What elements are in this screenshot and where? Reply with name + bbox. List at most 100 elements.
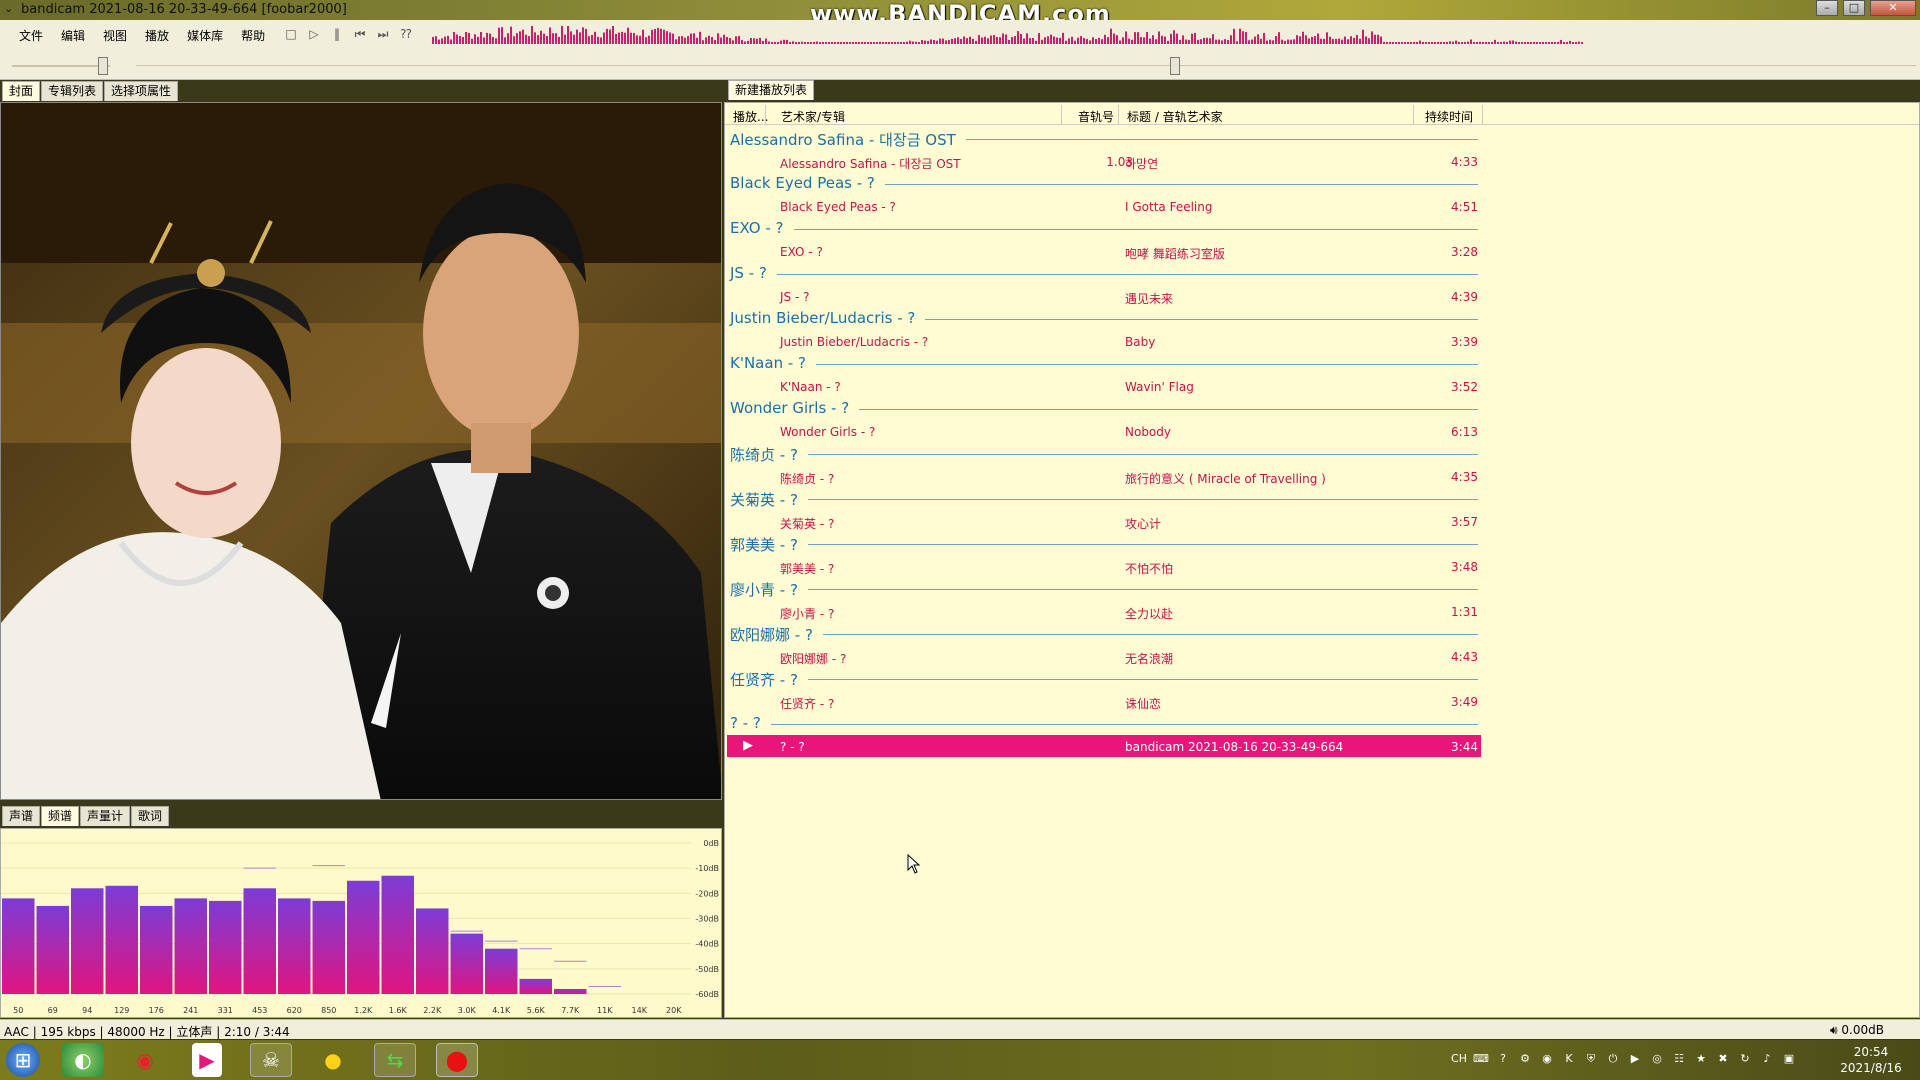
- playlist-row[interactable]: JS - ? 遇见未来 4:39: [725, 285, 1919, 308]
- minimize-button[interactable]: –: [1816, 0, 1838, 16]
- k-app-icon[interactable]: K: [1560, 1050, 1578, 1068]
- tab-lyrics[interactable]: 歌词: [131, 806, 170, 826]
- group-title: JS - ?: [730, 264, 777, 282]
- playlist-group-header[interactable]: EXO - ?: [725, 217, 1919, 240]
- volume-thumb[interactable]: [98, 57, 108, 75]
- previous-button[interactable]: ⏮: [351, 25, 369, 43]
- netease-music-icon[interactable]: ◉: [124, 1043, 166, 1077]
- playlist-row[interactable]: Wonder Girls - ? Nobody 6:13: [725, 420, 1919, 443]
- cell-artist-album: ? - ?: [780, 739, 805, 754]
- col-artist-album[interactable]: 艺术家/专辑: [781, 108, 845, 125]
- menu-playback[interactable]: 播放: [136, 24, 178, 44]
- playlist-row[interactable]: Alessandro Safina - 대장금 OST 1.03 하망연 4:33: [725, 150, 1919, 173]
- col-divider[interactable]: [1413, 105, 1414, 125]
- cell-duration: 3:44: [1451, 739, 1478, 754]
- green-app-icon[interactable]: ⇆: [374, 1043, 416, 1077]
- tab-album-list[interactable]: 专辑列表: [41, 81, 104, 101]
- col-divider[interactable]: [1118, 105, 1119, 125]
- mute-icon[interactable]: ✖: [1714, 1050, 1732, 1068]
- bandicam-record-icon[interactable]: ⬤: [436, 1043, 478, 1077]
- playlist-group-header[interactable]: 郭美美 - ?: [725, 532, 1919, 555]
- record-tray-icon[interactable]: ◉: [1538, 1050, 1556, 1068]
- playlist-row[interactable]: 任贤齐 - ? 诛仙恋 3:49: [725, 690, 1919, 713]
- playlist-group-header[interactable]: K'Naan - ?: [725, 352, 1919, 375]
- stop-button[interactable]: □: [282, 25, 300, 43]
- playlist-row[interactable]: EXO - ? 咆哮 舞蹈练习室版 3:28: [725, 240, 1919, 263]
- waveform-bar: [1011, 37, 1013, 44]
- volume-slider[interactable]: [12, 57, 110, 75]
- pause-button[interactable]: ‖: [328, 25, 346, 43]
- tab-selection-properties[interactable]: 选择项属性: [104, 81, 179, 101]
- menu-library[interactable]: 媒体库: [178, 24, 232, 44]
- playlist-group-header[interactable]: Wonder Girls - ?: [725, 397, 1919, 420]
- alien-app-icon[interactable]: ☠: [250, 1043, 292, 1077]
- app-menu-icon[interactable]: ⌄: [4, 3, 16, 15]
- next-button[interactable]: ⏭: [374, 25, 392, 43]
- playlist-group-header[interactable]: 欧阳娜娜 - ?: [725, 622, 1919, 645]
- shield-icon[interactable]: ⛨: [1582, 1050, 1600, 1068]
- start-orb-icon[interactable]: ⊞: [6, 1043, 40, 1077]
- close-button[interactable]: ✕: [1870, 0, 1916, 16]
- playlist-group-header[interactable]: Alessandro Safina - 대장금 OST: [725, 127, 1919, 150]
- playlist-row-now-playing[interactable]: ▶ ? - ? bandicam 2021-08-16 20-33-49-664 3:…: [727, 734, 1481, 757]
- waveform-bar: [858, 42, 860, 44]
- col-playing[interactable]: 播放...: [733, 108, 768, 125]
- col-title-artist[interactable]: 标题 / 音轨艺术家: [1127, 108, 1223, 125]
- playlist-group-header[interactable]: Justin Bieber/Ludacris - ?: [725, 307, 1919, 330]
- waveform-bar: [1137, 32, 1139, 44]
- playlist-row[interactable]: K'Naan - ? Wavin' Flag 3:52: [725, 375, 1919, 398]
- playlist-row[interactable]: Black Eyed Peas - ? I Gotta Feeling 4:51: [725, 195, 1919, 218]
- col-track-no[interactable]: 音轨号: [1078, 108, 1114, 125]
- cell-title: 无名浪潮: [1125, 651, 1174, 666]
- sync-icon[interactable]: ↻: [1736, 1050, 1754, 1068]
- playlist-row[interactable]: Justin Bieber/Ludacris - ? Baby 3:39: [725, 330, 1919, 353]
- playlist-group-header[interactable]: Black Eyed Peas - ?: [725, 172, 1919, 195]
- play-button[interactable]: ▷: [305, 25, 323, 43]
- tab-spectrogram[interactable]: 声谱: [2, 806, 41, 826]
- tab-cover[interactable]: 封面: [2, 81, 41, 101]
- maximize-button[interactable]: □: [1843, 0, 1865, 16]
- power-icon[interactable]: ⏻: [1604, 1050, 1622, 1068]
- playlist-group-header[interactable]: 廖小青 - ?: [725, 577, 1919, 600]
- ime-indicator[interactable]: CH: [1450, 1050, 1468, 1068]
- tab-spectrum[interactable]: 频谱: [41, 806, 80, 826]
- playlist-group-header[interactable]: ? - ?: [725, 712, 1919, 735]
- tab-vu-meter[interactable]: 声量计: [80, 806, 131, 826]
- keyboard-icon[interactable]: ⌨: [1472, 1050, 1490, 1068]
- tab-new-playlist[interactable]: 新建播放列表: [728, 80, 815, 100]
- display-icon[interactable]: ▣: [1780, 1050, 1798, 1068]
- help-icon[interactable]: ?: [1494, 1050, 1512, 1068]
- playlist-row[interactable]: 郭美美 - ? 不怕不怕 3:48: [725, 555, 1919, 578]
- col-divider[interactable]: [1482, 105, 1483, 125]
- col-divider[interactable]: [765, 105, 766, 125]
- playlist-group-header[interactable]: 陈绮贞 - ?: [725, 442, 1919, 465]
- playlist-group-header[interactable]: 任贤齐 - ?: [725, 667, 1919, 690]
- media-player-icon[interactable]: ●: [312, 1043, 354, 1077]
- menu-file[interactable]: 文件: [10, 24, 52, 44]
- speaker-icon[interactable]: ♪: [1758, 1050, 1776, 1068]
- youku-icon[interactable]: ▶: [192, 1043, 222, 1077]
- playlist-group-header[interactable]: JS - ?: [725, 262, 1919, 285]
- browser-icon[interactable]: ◐: [62, 1043, 104, 1077]
- youku-tray-icon[interactable]: ▶: [1626, 1050, 1644, 1068]
- 360-icon[interactable]: ◎: [1648, 1050, 1666, 1068]
- playlist-row[interactable]: 欧阳娜娜 - ? 无名浪潮 4:43: [725, 645, 1919, 668]
- random-button[interactable]: ⁇: [397, 25, 415, 43]
- seek-bar[interactable]: [136, 56, 1916, 75]
- waveform-bar: [741, 39, 743, 44]
- playlist-row[interactable]: 陈绮贞 - ? 旅行的意义 ( Miracle of Travelling ) 4:…: [725, 465, 1919, 488]
- seek-thumb[interactable]: [1170, 57, 1180, 75]
- settings-icon[interactable]: ⚙: [1516, 1050, 1534, 1068]
- menu-view[interactable]: 视图: [94, 24, 136, 44]
- star-icon[interactable]: ★: [1692, 1050, 1710, 1068]
- system-clock[interactable]: 20:54 2021/8/16: [1826, 1044, 1916, 1076]
- spectrum-analyzer: 0dB -10dB -20dB -30dB -40dB -50dB -60dB 50 69 94 1…: [1, 839, 719, 1015]
- col-divider[interactable]: [1061, 105, 1062, 125]
- playlist-row[interactable]: 廖小青 - ? 全力以赴 1:31: [725, 600, 1919, 623]
- col-duration[interactable]: 持续时间: [1425, 108, 1473, 125]
- menu-edit[interactable]: 编辑: [52, 24, 94, 44]
- menu-help[interactable]: 帮助: [232, 24, 274, 44]
- playlist-row[interactable]: 关菊英 - ? 攻心计 3:57: [725, 510, 1919, 533]
- playlist-group-header[interactable]: 关菊英 - ?: [725, 487, 1919, 510]
- network-icon[interactable]: ☷: [1670, 1050, 1688, 1068]
